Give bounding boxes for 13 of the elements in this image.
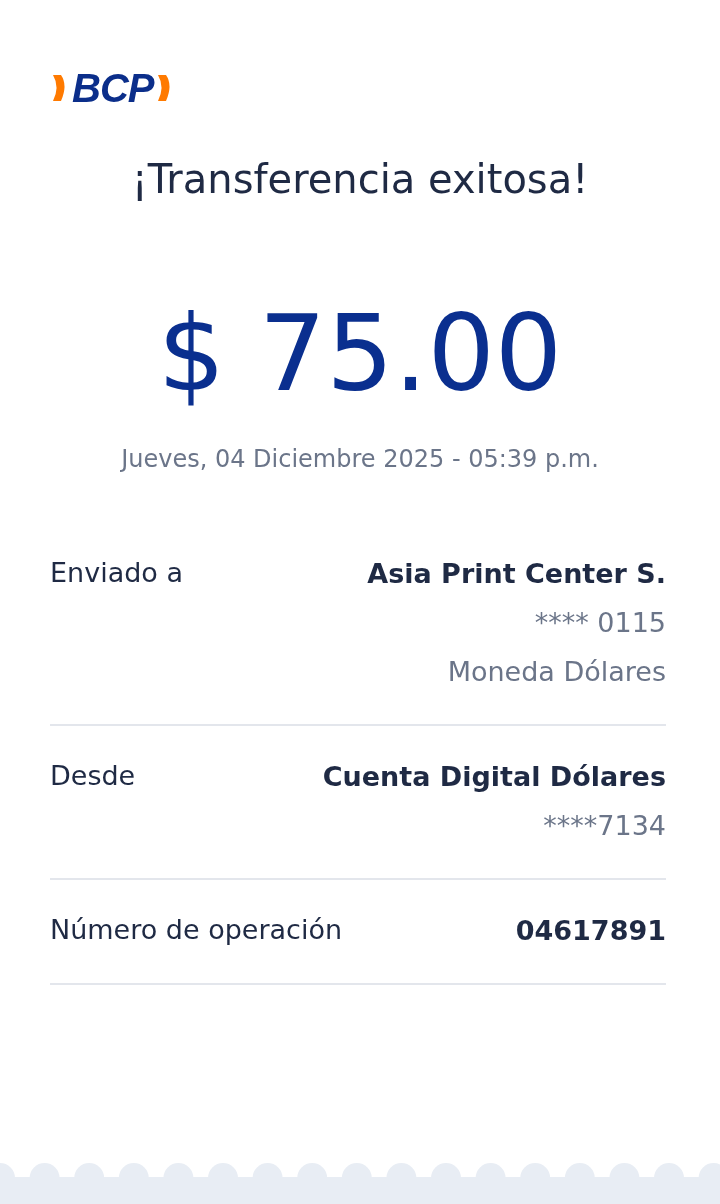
detail-label: Enviado a [50, 555, 183, 590]
amount: $ 75.00 [156, 296, 564, 413]
bcp-logo: BCP [72, 68, 154, 108]
detail-value: 04617891 [515, 913, 666, 948]
success-title: ¡Transferencia exitosa! [130, 156, 590, 202]
detail-value: Asia Print Center S. [367, 556, 666, 591]
transfer-date: Jueves, 04 Diciembre 2025 - 05:39 p.m. [119, 444, 600, 473]
detail-value: Moneda Dólares [447, 654, 666, 689]
detail-value: ****7134 [543, 808, 666, 843]
detail-label: Desde [50, 758, 136, 793]
detail-label: Número de operación [50, 912, 343, 947]
detail-value: Cuenta Digital Dólares [322, 759, 666, 794]
detail-value: **** 0115 [534, 605, 666, 640]
